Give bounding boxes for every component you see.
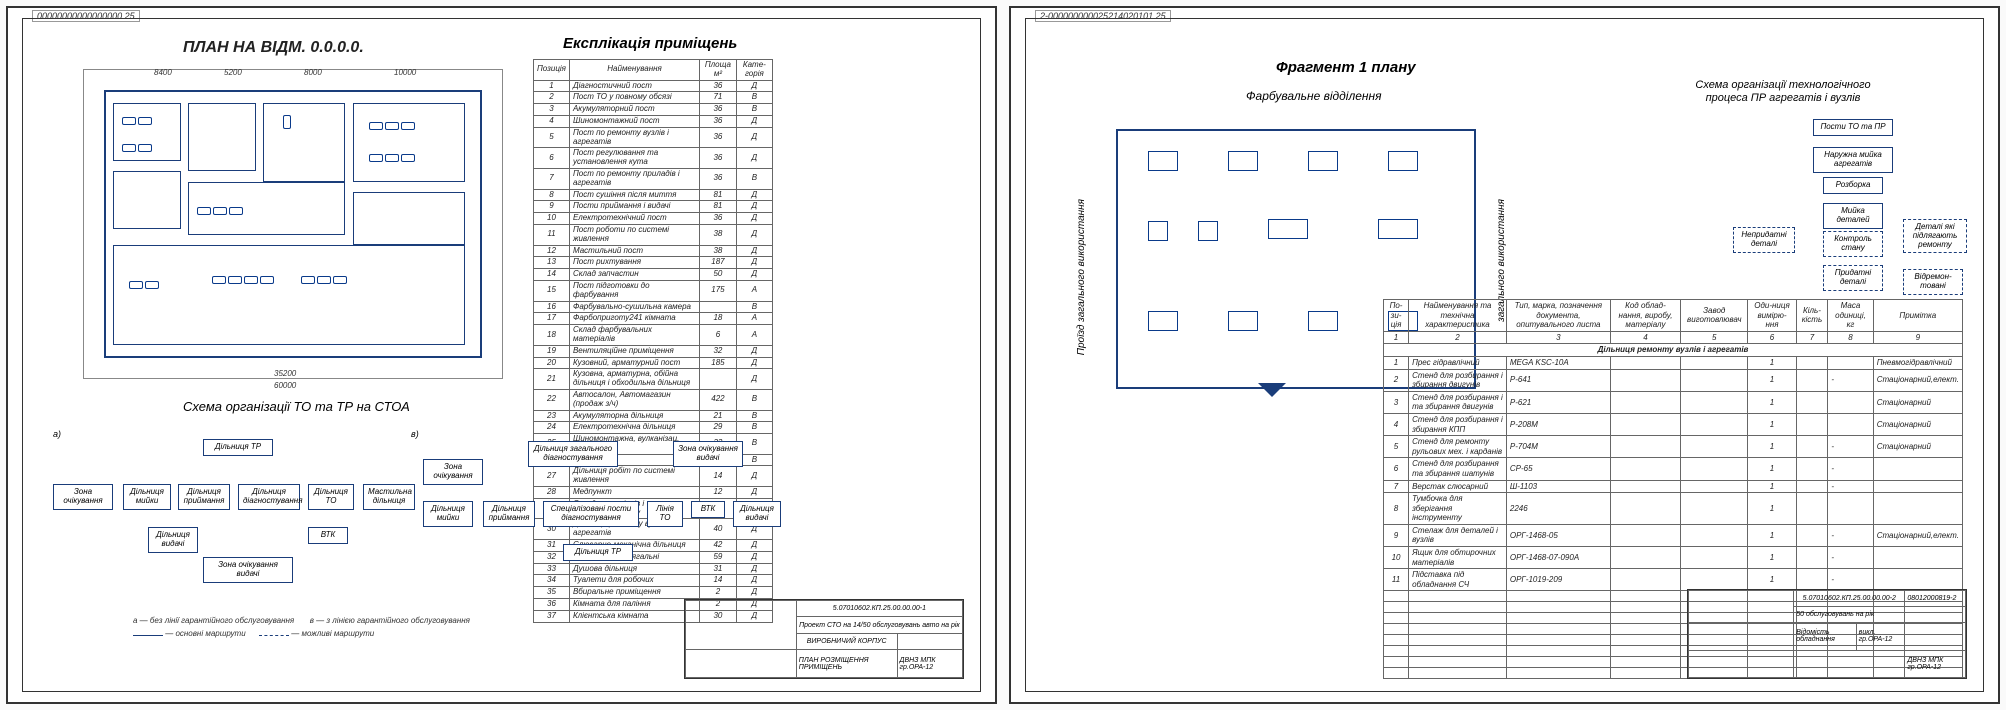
flow-a-dil-diag: Дільниця діагностування xyxy=(238,484,300,510)
flowchart-b: в) Зона очікування Дільниця загального д… xyxy=(423,429,793,579)
flow-b-liniya-to: Лінія ТО xyxy=(647,501,683,527)
schema-title: Схема організації ТО та ТР на СТОА xyxy=(183,399,410,414)
tb2-org: ДВНЗ МПК гр.ОРА-12 xyxy=(1905,650,1966,677)
dim-8400: 8400 xyxy=(154,68,172,77)
dim-35200: 35200 xyxy=(274,369,296,378)
sheet-1: 00000000000000000.25 ПЛАН НА ВІДМ. 0.0.0… xyxy=(6,6,997,704)
legend-dashed: — можливі маршрути xyxy=(291,629,374,638)
dim-60000: 60000 xyxy=(274,381,296,390)
proc-det-rem: Деталі які підлягають ремонту xyxy=(1903,219,1967,253)
tb2-docno: 5.07010602.КП.25.00.00.00-2 xyxy=(1794,591,1905,607)
plan-title: ПЛАН НА ВІДМ. 0.0.0.0. xyxy=(183,39,364,57)
floor-plan: 8400 5200 8000 10000 60000 35200 xyxy=(83,69,503,379)
proc-vidremont: Відремон-товані xyxy=(1903,269,1963,295)
sheet-2: 2-000000000025214020101.25 Фрагмент 1 пл… xyxy=(1009,6,2000,704)
sheet-2-frame: Фрагмент 1 плану Фарбувальне відділення … xyxy=(1025,18,1984,692)
proc-nepryd: Непридатні деталі xyxy=(1733,227,1795,253)
proc-posty-to: Пости ТО та ПР xyxy=(1813,119,1893,136)
tb1-sheet: ПЛАН РОЗМІЩЕННЯ ПРИМІЩЕНЬ xyxy=(796,650,897,678)
flow-b-vtk: ВТК xyxy=(691,501,725,518)
legend-solid: — основні маршрути xyxy=(165,629,245,638)
proc-myika-det: Мийка деталей xyxy=(1823,203,1883,229)
dim-8000: 8000 xyxy=(304,68,322,77)
flow-a-mast: Мастильна дільниця xyxy=(363,484,415,510)
flow-b-dil-zag-diag: Дільниця загального діагностування xyxy=(528,441,618,467)
flow-a-label: а) xyxy=(53,429,61,439)
flow-b-dil-tr: Дільниця ТР xyxy=(563,544,633,561)
flow-b-label: в) xyxy=(411,429,419,439)
explication-title: Експлікація приміщень xyxy=(563,35,737,52)
dim-10000: 10000 xyxy=(394,68,416,77)
flow-a-dil-pryim: Дільниця приймання xyxy=(178,484,230,510)
flow-a-dil-myiky: Дільниця мийки xyxy=(123,484,171,510)
tb2-rightdoc: 08012000819-2 xyxy=(1905,591,1966,607)
flowchart-a: а) Дільниця ТР Зона очікування Дільниця … xyxy=(53,429,423,579)
proc-rozborka: Розборка xyxy=(1823,177,1883,194)
flow-b-dil-vydachi: Дільниця видачі xyxy=(733,501,781,527)
sheet-1-frame: ПЛАН НА ВІДМ. 0.0.0.0. Експлікація примі… xyxy=(22,18,981,692)
building-outline xyxy=(104,90,482,358)
tb2-proj: 50 обслуговувань на рік xyxy=(1794,607,1905,623)
tb1-docno: 5.07010602.КП.25.00.00.00-1 xyxy=(796,601,962,617)
proc-kontrol: Контроль стану xyxy=(1823,231,1883,257)
proc-nar-myika: Наружна мийка агрегатів xyxy=(1813,147,1893,173)
flow-a-vtk: ВТК xyxy=(308,527,348,544)
flow-b-spec-posty: Спеціалізовані пости діагностування xyxy=(543,501,639,527)
proc-pryd: Придатні деталі xyxy=(1823,265,1883,291)
vert-label-left: Проїзд загального використання xyxy=(1076,199,1087,355)
process-title: Схема організації технологічного процеса… xyxy=(1693,79,1873,105)
flow-b-zona-ochik-vydachi: Зона очікування видачі xyxy=(673,441,743,467)
title-block-1: 5.07010602.КП.25.00.00.00-1 Проект СТО н… xyxy=(684,599,964,679)
legend: а — без лінії гарантійного обслуговуванн… xyxy=(133,615,470,641)
flow-a-zona-ochik: Зона очікування xyxy=(53,484,113,510)
flow-b-zona-ochik: Зона очікування xyxy=(423,459,483,485)
legend-a: а — без лінії гарантійного обслуговуванн… xyxy=(133,616,294,625)
flow-a-dil-vydachi: Дільниця видачі xyxy=(148,527,198,553)
flow-a-dil-tr: Дільниця ТР xyxy=(203,439,273,456)
flow-a-zona-ochik-vydachi: Зона очікування видачі xyxy=(203,557,293,583)
section-title: Фарбувальне відділення xyxy=(1246,89,1382,103)
fragment-title: Фрагмент 1 плану xyxy=(1276,59,1416,76)
tb1-org: ДВНЗ МПК гр.ОРА-12 xyxy=(897,650,962,678)
legend-b: в — з лінією гарантійного обслуговування xyxy=(310,616,470,625)
tb1-bldg: ВИРОБНИЧИЙ КОРПУС xyxy=(796,633,897,649)
flow-b-dil-pryim: Дільниця приймання xyxy=(483,501,535,527)
dim-5200: 5200 xyxy=(224,68,242,77)
tb1-proj: Проект СТО на 14/50 обслуговувань авто н… xyxy=(796,617,962,633)
flow-a-dil-to: Дільниця ТО xyxy=(308,484,354,510)
tb2-author: викл. гр.ОРА-12 xyxy=(1856,623,1905,650)
title-block-2: 5.07010602.КП.25.00.00.00-208012000819-2… xyxy=(1687,589,1967,679)
tb2-sheet: Відомість обладнання xyxy=(1794,623,1856,650)
flow-b-dil-myiky: Дільниця мийки xyxy=(423,501,473,527)
process-flowchart: Пости ТО та ПР Наружна мийка агрегатів Р… xyxy=(1693,119,1943,299)
